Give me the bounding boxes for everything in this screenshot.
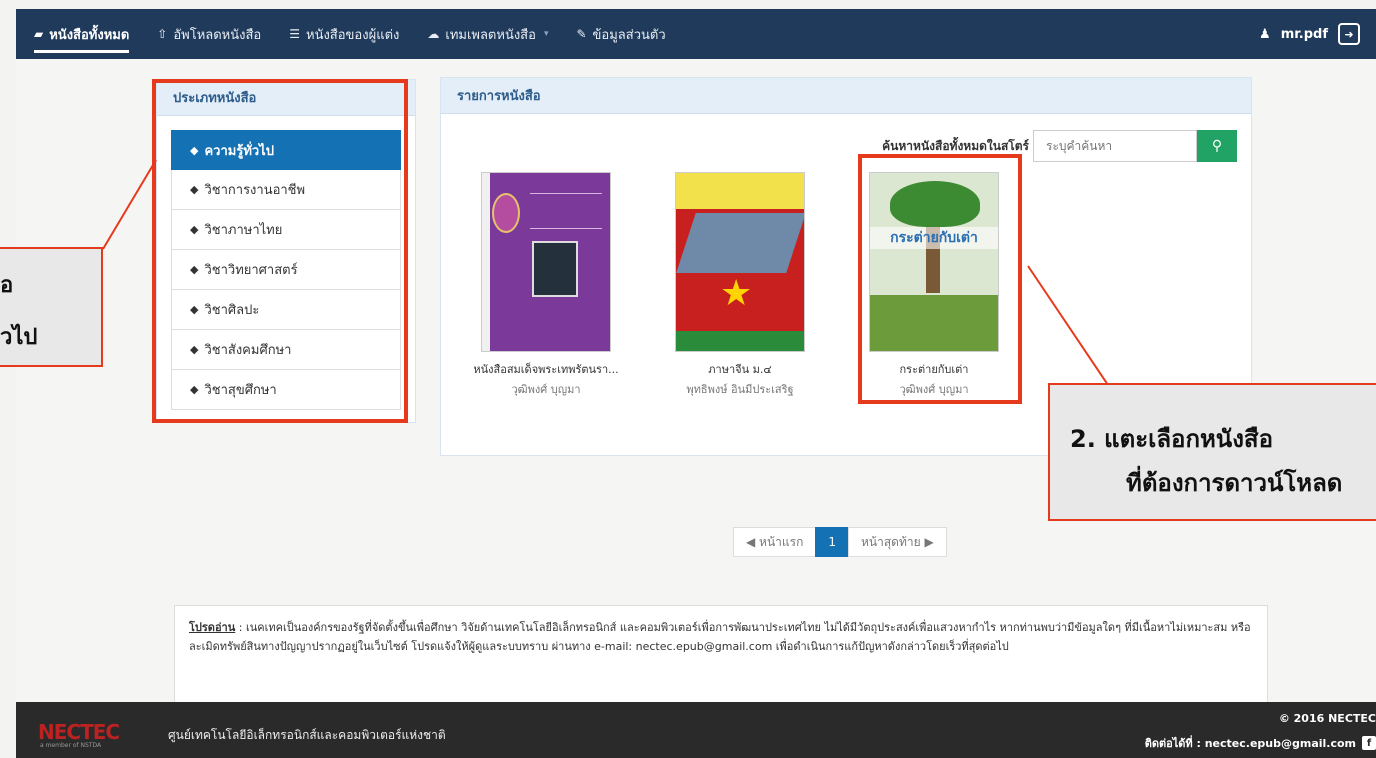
nav-all-books-label: หนังสือทั้งหมด bbox=[49, 27, 130, 43]
contact-text[interactable]: ติดต่อได้ที่ : nectec.epub@gmail.com bbox=[1145, 734, 1356, 752]
main-content: ประเภทหนังสือ ◆ ความรู้ทั่วไป ◆ วิชาการง… bbox=[16, 59, 1376, 705]
callout-step-1-line2: วไป bbox=[0, 325, 38, 350]
logo-subtitle: a member of NSTDA bbox=[40, 742, 102, 749]
star-icon: ★ bbox=[720, 273, 753, 314]
list-icon: ☰ bbox=[289, 27, 300, 41]
user-name[interactable]: mr.pdf bbox=[1281, 27, 1328, 42]
book-author: พุทธิพงษ์ อินมีประเสริฐ bbox=[686, 383, 794, 396]
notice-text: : เนคเทคเป็นองค์กรของรัฐที่จัดตั้งขึ้นเพ… bbox=[189, 621, 1251, 653]
book-highlight bbox=[858, 154, 1022, 404]
book-cover[interactable]: ★ bbox=[675, 172, 805, 352]
footer-copyright: © 2016 NECTEC bbox=[1278, 712, 1376, 725]
nav-upload-book[interactable]: ⇧ อัพโหลดหนังสือ bbox=[157, 9, 261, 59]
book-card[interactable]: หนังสือสมเด็จพระเทพรัตนรา... วุฒิพงศ์ บุ… bbox=[471, 172, 621, 398]
category-highlight bbox=[152, 79, 408, 423]
nav-all-books[interactable]: ▰ หนังสือทั้งหมด bbox=[34, 9, 130, 59]
edit-icon: ✎ bbox=[576, 27, 587, 41]
last-page-button[interactable]: หน้าสุดท้าย ▶ bbox=[847, 527, 947, 557]
user-icon: ♟ bbox=[1259, 26, 1271, 42]
book-title[interactable]: หนังสือสมเด็จพระเทพรัตนรา... bbox=[471, 360, 621, 378]
top-navbar: ▰ หนังสือทั้งหมด ⇧ อัพโหลดหนังสือ ☰ หนัง… bbox=[16, 9, 1376, 59]
main-nav: ▰ หนังสือทั้งหมด ⇧ อัพโหลดหนังสือ ☰ หนัง… bbox=[16, 9, 694, 59]
callout-step-2: 2. แตะเลือกหนังสือ ที่ต้องการดาวน์โหลด bbox=[1048, 383, 1376, 521]
callout-step-1-line1: อ bbox=[0, 273, 14, 298]
footer-organization: ศูนย์เทคโนโลยีอิเล็กทรอนิกส์และคอมพิวเตอ… bbox=[168, 728, 446, 742]
nav-book-templates[interactable]: ☁ เทมเพลตหนังสือ ▾ bbox=[427, 9, 548, 59]
footer-contact: ติดต่อได้ที่ : nectec.epub@gmail.com f bbox=[1145, 734, 1376, 752]
portrait-photo bbox=[532, 241, 578, 297]
callout-step-2-line1: 2. แตะเลือกหนังสือ bbox=[1070, 425, 1273, 453]
nav-profile-label: ข้อมูลส่วนตัว bbox=[592, 27, 666, 43]
nav-book-templates-label: เทมเพลตหนังสือ bbox=[445, 27, 536, 43]
chevron-down-icon: ▾ bbox=[543, 29, 549, 39]
callout-step-2-line2: ที่ต้องการดาวน์โหลด bbox=[1126, 469, 1343, 497]
upload-icon: ⇧ bbox=[157, 27, 168, 41]
pagination: ◀ หน้าแรก 1 หน้าสุดท้าย ▶ bbox=[733, 527, 947, 557]
logout-icon[interactable]: ➜ bbox=[1338, 23, 1360, 45]
notice-box: โปรดอ่าน : เนคเทคเป็นองค์กรของรัฐที่จัดต… bbox=[174, 605, 1268, 705]
book-cover[interactable] bbox=[481, 172, 611, 352]
book-icon: ▰ bbox=[34, 27, 44, 41]
book-title[interactable]: ภาษาจีน ม.๔ bbox=[665, 360, 815, 378]
nav-profile[interactable]: ✎ ข้อมูลส่วนตัว bbox=[576, 9, 665, 59]
nav-author-books-label: หนังสือของผู้แต่ง bbox=[306, 27, 400, 43]
book-list-title: รายการหนังสือ bbox=[441, 78, 1251, 114]
search-label: ค้นหาหนังสือทั้งหมดในสโตร์ bbox=[882, 138, 1029, 153]
footer: NECTEC a member of NSTDA ศูนย์เทคโนโลยีอ… bbox=[16, 702, 1376, 758]
notice-label: โปรดอ่าน bbox=[189, 621, 236, 634]
search-button[interactable]: ⚲ bbox=[1197, 130, 1237, 162]
facebook-icon[interactable]: f bbox=[1362, 736, 1376, 750]
search-icon: ⚲ bbox=[1211, 138, 1223, 154]
book-author: วุฒิพงศ์ บุญมา bbox=[511, 383, 581, 396]
user-area: ♟ mr.pdf ➜ bbox=[1259, 23, 1376, 45]
seal-emblem bbox=[492, 193, 520, 233]
nav-author-books[interactable]: ☰ หนังสือของผู้แต่ง bbox=[289, 9, 399, 59]
callout-step-1: อ วไป bbox=[0, 247, 103, 367]
cloud-icon: ☁ bbox=[427, 27, 440, 41]
page-button[interactable]: 1 bbox=[815, 527, 849, 557]
nectec-logo: NECTEC bbox=[38, 720, 120, 744]
search-input[interactable] bbox=[1033, 130, 1197, 162]
nav-upload-book-label: อัพโหลดหนังสือ bbox=[173, 27, 262, 43]
first-page-button[interactable]: ◀ หน้าแรก bbox=[733, 527, 817, 557]
book-card[interactable]: ★ ภาษาจีน ม.๔ พุทธิพงษ์ อินมีประเสริฐ bbox=[665, 172, 815, 398]
